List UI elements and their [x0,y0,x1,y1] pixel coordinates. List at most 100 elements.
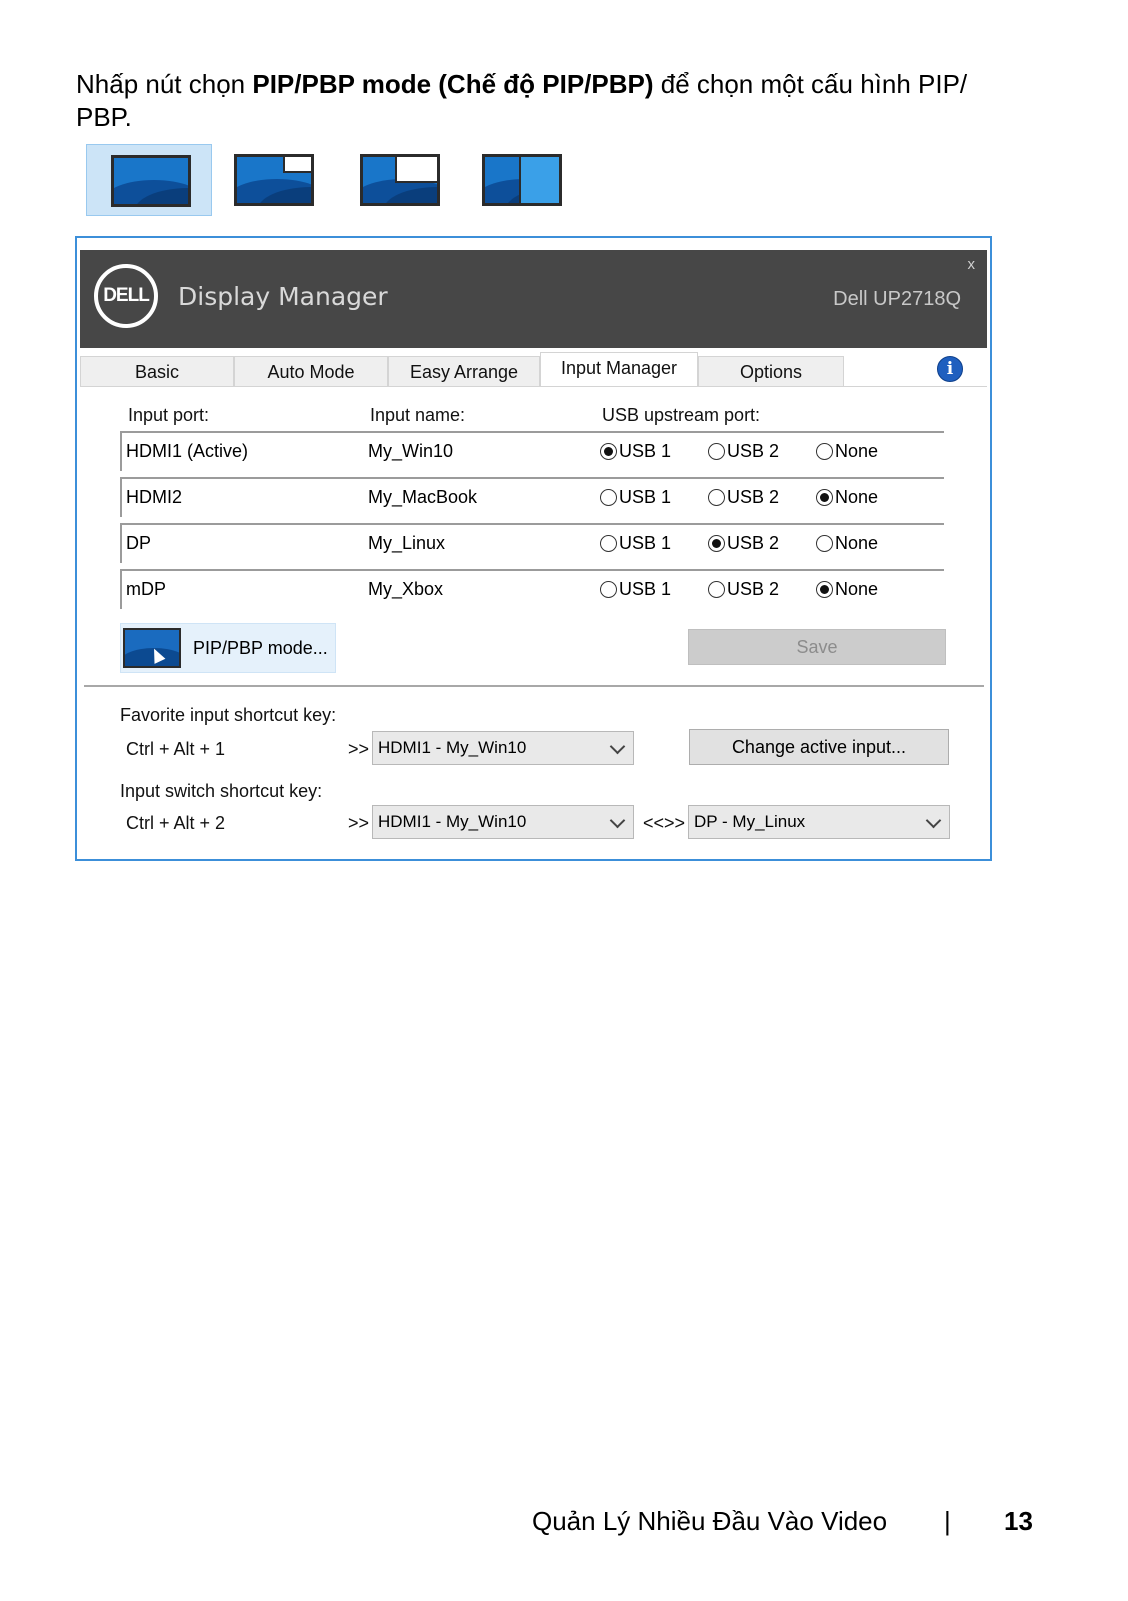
input-row: HDMI1 (Active) My_Win10 USB 1 USB 2 None [120,431,944,475]
favorite-shortcut-label: Favorite input shortcut key: [120,705,337,725]
radio-circle[interactable] [816,581,833,598]
radio-label: None [835,533,879,553]
radio-label: USB 2 [727,579,780,599]
app-title: Display Manager [178,282,388,311]
radio-label: USB 1 [619,533,672,553]
intro-text-bold: PIP/PBP mode (Chế độ PIP/PBP) [252,69,654,99]
radio-label: None [835,579,879,599]
radio-label: None [835,487,879,507]
radio-label: USB 1 [619,441,672,461]
footer-section-title: Quản Lý Nhiều Đầu Vào Video [532,1506,888,1536]
dell-logo: DELL [94,264,158,328]
tab-bar: Basic Auto Mode Easy Arrange Input Manag… [80,352,987,388]
footer-separator: | [944,1506,951,1536]
radio-usb2[interactable]: USB 2 [708,441,779,462]
intro-text-pre: Nhấp nút chọn [76,69,253,99]
thumb-pbp[interactable] [458,144,584,216]
swap-arrow-label: <<>> [643,813,686,833]
radio-circle[interactable] [816,443,833,460]
monitor-pip-large-icon [360,154,440,206]
switch-shortcut-keys: Ctrl + Alt + 2 [126,813,226,833]
radio-circle[interactable] [816,489,833,506]
radio-circle[interactable] [600,535,617,552]
radio-usb1[interactable]: USB 1 [600,579,671,600]
radio-label: USB 2 [727,441,780,461]
radio-circle[interactable] [708,581,725,598]
input-row: HDMI2 My_MacBook USB 1 USB 2 None [120,477,944,521]
save-button[interactable]: Save [688,629,946,665]
monitor-pbp-icon [482,154,562,206]
radio-label: USB 1 [619,487,672,507]
section-divider [84,685,984,687]
radio-none[interactable]: None [816,533,878,554]
radio-circle[interactable] [600,443,617,460]
pip-pbp-mode-label: PIP/PBP mode... [193,638,328,658]
select-value: HDMI1 - My_Win10 [378,812,527,831]
radio-circle[interactable] [708,535,725,552]
header-usb-upstream: USB upstream port: [602,405,761,425]
radio-label: USB 1 [619,579,672,599]
app-header: DELL Display Manager Dell UP2718Q x [80,250,987,348]
favorite-shortcut-keys: Ctrl + Alt + 1 [126,739,226,759]
switch-shortcut-label: Input switch shortcut key: [120,781,323,801]
thumb-pip-large[interactable] [336,144,462,216]
radio-circle[interactable] [816,535,833,552]
tab-easy-arrange[interactable]: Easy Arrange [388,356,540,386]
change-active-input-button[interactable]: Change active input... [689,729,949,765]
chevron-down-icon [925,812,942,829]
input-port-label: HDMI1 (Active) [126,441,249,461]
radio-circle[interactable] [600,489,617,506]
radio-usb1[interactable]: USB 1 [600,441,671,462]
radio-circle[interactable] [708,489,725,506]
radio-label: USB 2 [727,533,780,553]
tab-basic[interactable]: Basic [80,356,234,386]
header-input-name: Input name: [370,405,466,425]
thumb-pip-small[interactable] [210,144,336,216]
input-name-label: My_Win10 [368,441,454,461]
pip-mode-thumbnails [86,144,586,216]
input-row: DP My_Linux USB 1 USB 2 None [120,523,944,567]
radio-label: None [835,441,879,461]
radio-usb1[interactable]: USB 1 [600,487,671,508]
tab-auto-mode[interactable]: Auto Mode [234,356,388,386]
tab-options[interactable]: Options [698,356,844,386]
radio-usb2[interactable]: USB 2 [708,533,779,554]
input-row: mDP My_Xbox USB 1 USB 2 None [120,569,944,613]
intro-paragraph: Nhấp nút chọn PIP/PBP mode (Chế độ PIP/P… [76,68,1016,134]
chevron-down-icon [609,812,626,829]
input-name-label: My_Xbox [368,579,444,599]
input-port-label: HDMI2 [126,487,183,507]
info-icon[interactable]: i [937,356,963,382]
select-value: HDMI1 - My_Win10 [378,738,527,757]
pip-pbp-mode-button[interactable]: PIP/PBP mode... [120,623,336,673]
radio-circle[interactable] [708,443,725,460]
header-input-port: Input port: [128,405,210,425]
monitor-icon [123,628,181,668]
radio-label: USB 2 [727,487,780,507]
close-icon[interactable]: x [968,256,976,273]
input-port-label: DP [126,533,152,553]
thumb-single[interactable] [86,144,212,216]
input-manager-panel: Input port: Input name: USB upstream por… [80,386,987,857]
input-name-label: My_Linux [368,533,446,553]
radio-usb1[interactable]: USB 1 [600,533,671,554]
chevron-down-icon [609,738,626,755]
display-manager-window: DELL Display Manager Dell UP2718Q x Basi… [75,236,992,861]
monitor-single-icon [111,155,191,207]
radio-none[interactable]: None [816,579,878,600]
radio-circle[interactable] [600,581,617,598]
radio-none[interactable]: None [816,441,878,462]
radio-none[interactable]: None [816,487,878,508]
tab-input-manager[interactable]: Input Manager [540,352,698,388]
switch-input-a-select[interactable]: HDMI1 - My_Win10 [372,805,634,839]
arrow-label: >> [348,739,370,759]
select-value: DP - My_Linux [694,812,806,831]
input-name-label: My_MacBook [368,487,478,507]
radio-usb2[interactable]: USB 2 [708,579,779,600]
radio-usb2[interactable]: USB 2 [708,487,779,508]
page-number: 13 [1004,1506,1033,1536]
monitor-model: Dell UP2718Q [833,288,961,310]
favorite-input-select[interactable]: HDMI1 - My_Win10 [372,731,634,765]
monitor-pip-small-icon [234,154,314,206]
switch-input-b-select[interactable]: DP - My_Linux [688,805,950,839]
